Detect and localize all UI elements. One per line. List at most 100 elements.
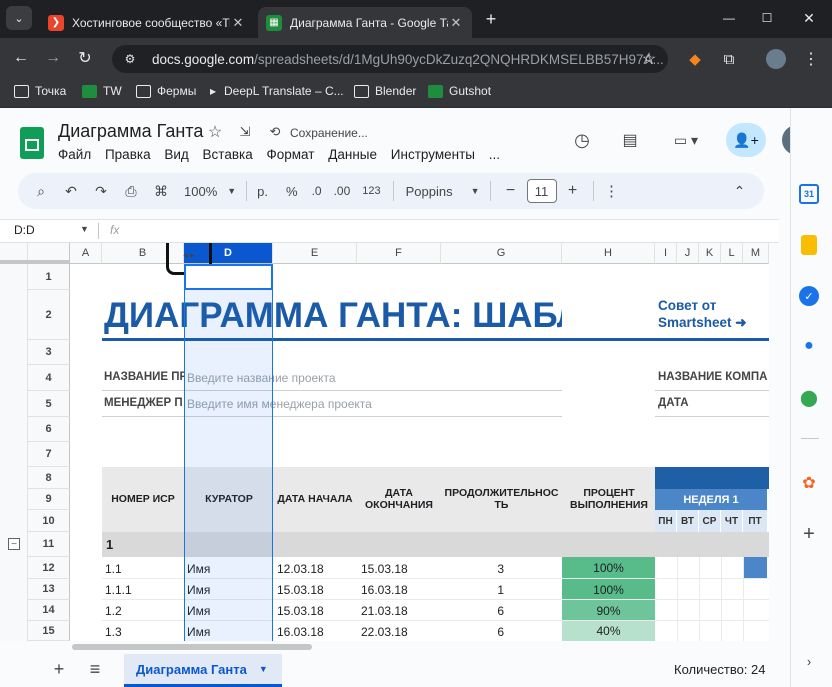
move-folder-icon[interactable]: ⇲ xyxy=(236,123,254,141)
metamask-extension-icon[interactable]: ◆ xyxy=(684,48,706,70)
row-header[interactable]: 14 xyxy=(28,600,70,621)
bookmark-star-icon[interactable]: ☆ xyxy=(638,48,660,70)
bookmark-tw[interactable]: TW xyxy=(82,84,122,98)
menu-edit[interactable]: Правка xyxy=(105,147,151,162)
font-size-field[interactable]: 11 xyxy=(526,179,557,203)
task-percent[interactable]: 90% xyxy=(562,600,655,621)
zoom-select[interactable]: 100% ▼ xyxy=(184,184,236,199)
chevron-down-icon[interactable]: ▼ xyxy=(80,224,89,234)
sheet-tab-active[interactable]: Диаграмма Ганта ▼ xyxy=(124,654,282,687)
browser-tab-gantt[interactable]: ▦ Диаграмма Ганта - Google Таб ✕ xyxy=(258,7,472,38)
profile-avatar[interactable] xyxy=(766,49,786,69)
row-header[interactable]: 11 xyxy=(28,532,70,557)
sheet-big-title[interactable]: ДИАГРАММА ГАНТА: ШАБЛ xyxy=(104,293,562,339)
task-end[interactable]: 16.03.18 xyxy=(361,583,408,597)
task-id[interactable]: 1.3 xyxy=(105,625,122,639)
browser-menu-icon[interactable]: ⋮ xyxy=(800,48,822,70)
task-end[interactable]: 21.03.18 xyxy=(361,604,408,618)
share-button[interactable]: 👤+ xyxy=(726,123,766,157)
url-field[interactable]: ⚙ docs.google.com/spreadsheets/d/1MgUh90… xyxy=(112,45,668,73)
task-duration[interactable]: 3 xyxy=(441,562,504,576)
task-id[interactable]: 1.1 xyxy=(105,562,122,576)
row-header[interactable]: 7 xyxy=(28,442,70,467)
extensions-icon[interactable]: ⧉ xyxy=(718,48,740,70)
header-end[interactable]: ДАТА ОКОНЧАНИЯ xyxy=(362,487,436,511)
menu-view[interactable]: Вид xyxy=(164,147,188,162)
column-header-a[interactable]: A xyxy=(70,243,102,264)
manager-label[interactable]: МЕНЕДЖЕР П xyxy=(104,397,184,409)
menu-data[interactable]: Данные xyxy=(328,147,377,162)
add-sheet-button[interactable]: + xyxy=(48,658,70,680)
browser-tab-timeweb[interactable]: ❯ Хостинговое сообщество «Tim ✕ xyxy=(40,7,254,38)
maximize-icon[interactable]: ☐ xyxy=(752,8,782,28)
menu-format[interactable]: Формат xyxy=(267,147,315,162)
project-name-label[interactable]: НАЗВАНИЕ ПР xyxy=(104,371,184,383)
print-icon[interactable]: ⎙ xyxy=(116,183,146,200)
row-header[interactable]: 6 xyxy=(28,417,70,442)
all-sheets-button[interactable]: ≡ xyxy=(84,658,106,680)
keep-icon[interactable] xyxy=(801,235,817,255)
new-tab-button[interactable]: + xyxy=(480,8,502,30)
menu-tools[interactable]: Инструменты xyxy=(391,147,475,162)
decrease-font-size-icon[interactable]: − xyxy=(501,182,521,200)
show-side-panel-icon[interactable]: › xyxy=(799,651,819,671)
minimize-icon[interactable]: — xyxy=(714,8,744,28)
close-window-icon[interactable]: ✕ xyxy=(794,8,824,28)
task-percent[interactable]: 100% xyxy=(562,557,655,579)
header-duration[interactable]: ПРОДОЛЖИТЕЛЬНОСТЬ xyxy=(444,487,559,511)
day-header-fri[interactable]: ПТ xyxy=(743,510,767,532)
close-tab-icon[interactable]: ✕ xyxy=(230,15,246,31)
calendar-icon[interactable]: 31 xyxy=(799,184,819,204)
row-header[interactable]: 4 xyxy=(28,365,70,391)
back-icon[interactable]: ← xyxy=(8,46,34,70)
task-id[interactable]: 1.1.1 xyxy=(105,583,132,597)
row-header[interactable]: 8 xyxy=(28,467,70,489)
row-header[interactable]: 5 xyxy=(28,391,70,417)
column-header-e[interactable]: E xyxy=(273,243,357,264)
task-end[interactable]: 15.03.18 xyxy=(361,562,408,576)
day-header-mon[interactable]: ПН xyxy=(655,510,677,532)
bookmark-gutshot[interactable]: Gutshot xyxy=(428,84,491,98)
version-history-icon[interactable]: ◷ xyxy=(570,128,594,152)
smartsheet-tip[interactable]: Совет от Smartsheet ➜ xyxy=(658,297,747,331)
column-header-k[interactable]: K xyxy=(699,243,721,264)
column-header-h[interactable]: H xyxy=(562,243,655,264)
task-percent[interactable]: 100% xyxy=(562,579,655,600)
task-start[interactable]: 15.03.18 xyxy=(277,583,324,597)
collapse-toolbar-icon[interactable]: ⌃ xyxy=(730,183,750,200)
row-header[interactable]: 13 xyxy=(28,579,70,600)
row-header[interactable]: 15 xyxy=(28,621,70,641)
doc-title[interactable]: Диаграмма Ганта xyxy=(58,121,203,142)
bookmark-blender[interactable]: Blender xyxy=(354,84,416,98)
paint-format-icon[interactable]: ⌘ xyxy=(146,183,176,200)
forward-icon[interactable]: → xyxy=(40,46,66,70)
company-label[interactable]: НАЗВАНИЕ КОМПА xyxy=(658,371,769,383)
maps-icon[interactable]: ⬤ xyxy=(799,388,819,408)
font-select[interactable]: Poppins ▼ xyxy=(406,184,480,199)
count-summary[interactable]: Количество: 24 xyxy=(674,662,766,677)
site-info-icon[interactable]: ⚙ xyxy=(122,51,138,67)
row-header[interactable]: 1 xyxy=(28,264,70,290)
increase-font-size-icon[interactable]: + xyxy=(563,182,583,200)
row-header[interactable]: 10 xyxy=(28,510,70,532)
comments-icon[interactable]: ▤ xyxy=(618,128,642,152)
day-header-wed[interactable]: СР xyxy=(699,510,721,532)
header-percent[interactable]: ПРОЦЕНТ ВЫПОЛНЕНИЯ xyxy=(566,487,652,511)
task-duration[interactable]: 6 xyxy=(441,604,504,618)
task-start[interactable]: 15.03.18 xyxy=(277,604,324,618)
task-percent[interactable]: 40% xyxy=(562,621,655,641)
more-tools-icon[interactable]: ⋮ xyxy=(604,182,620,200)
star-icon[interactable]: ☆ xyxy=(206,123,224,141)
bookmark-tochka[interactable]: Точка xyxy=(14,84,66,98)
task-duration[interactable]: 6 xyxy=(441,625,504,639)
undo-icon[interactable]: ↶ xyxy=(56,183,86,200)
more-formats-button[interactable]: 123 xyxy=(362,185,380,197)
spreadsheet-grid[interactable]: A B D E F G H I J K L M 1 2 3 4 5 6 7 8 … xyxy=(0,243,769,641)
column-header-l[interactable]: L xyxy=(721,243,743,264)
close-tab-icon[interactable]: ✕ xyxy=(448,15,464,31)
tasks-icon[interactable]: ✓ xyxy=(799,286,819,306)
bookmark-fermy[interactable]: Фермы xyxy=(136,84,196,98)
header-wbs[interactable]: НОМЕР ИСР xyxy=(104,493,182,505)
task-end[interactable]: 22.03.18 xyxy=(361,625,408,639)
name-box[interactable]: D:D xyxy=(14,223,35,237)
